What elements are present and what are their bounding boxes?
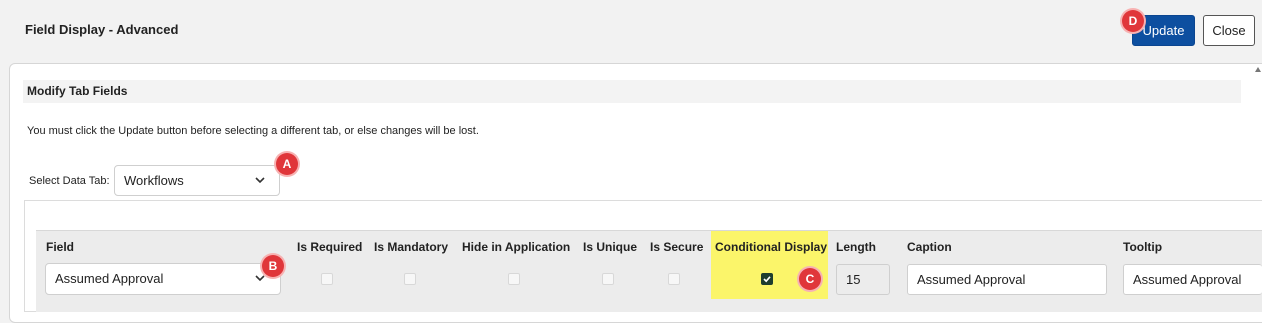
- col-header-conditional-display: Conditional Display: [715, 240, 828, 254]
- data-tab-value: Workflows: [124, 173, 184, 188]
- is-mandatory-checkbox[interactable]: [404, 273, 416, 285]
- tooltip-value: Assumed Approval: [1133, 272, 1242, 287]
- annotation-badge-c: C: [799, 268, 821, 290]
- dialog-header: Field Display - Advanced Update Close: [0, 0, 1262, 62]
- is-unique-checkbox[interactable]: [602, 273, 614, 285]
- col-header-is-mandatory: Is Mandatory: [374, 240, 449, 254]
- scroll-up-icon[interactable]: [1255, 66, 1261, 72]
- col-header-is-unique: Is Unique: [583, 240, 638, 254]
- data-tab-select[interactable]: Workflows: [114, 165, 280, 196]
- length-field[interactable]: 15: [836, 264, 890, 295]
- col-header-field: Field: [46, 240, 75, 254]
- col-header-tooltip: Tooltip: [1123, 240, 1163, 254]
- warning-notice: You must click the Update button before …: [27, 125, 479, 137]
- col-header-hide-in-application: Hide in Application: [462, 240, 571, 254]
- col-header-length: Length: [836, 240, 876, 254]
- chevron-down-icon: [255, 177, 265, 184]
- caption-field[interactable]: Assumed Approval: [907, 264, 1107, 295]
- length-value: 15: [846, 272, 861, 287]
- is-secure-checkbox[interactable]: [668, 273, 680, 285]
- chevron-down-icon: [255, 275, 265, 282]
- tooltip-field[interactable]: Assumed Approval: [1123, 264, 1262, 295]
- conditional-display-checkbox[interactable]: [761, 273, 773, 285]
- section-title: Modify Tab Fields: [27, 84, 128, 98]
- field-select[interactable]: Assumed Approval: [45, 263, 281, 295]
- col-header-caption: Caption: [907, 240, 952, 254]
- is-required-checkbox[interactable]: [321, 273, 333, 285]
- section-header: Modify Tab Fields: [23, 80, 1241, 103]
- col-header-is-required: Is Required: [297, 240, 363, 254]
- annotation-badge-a: A: [276, 153, 298, 175]
- close-button[interactable]: Close: [1203, 15, 1255, 46]
- hide-in-application-checkbox[interactable]: [508, 273, 520, 285]
- caption-value: Assumed Approval: [917, 272, 1026, 287]
- col-header-is-secure: Is Secure: [650, 240, 704, 254]
- field-value: Assumed Approval: [55, 271, 164, 286]
- annotation-badge-b: B: [262, 255, 284, 277]
- annotation-badge-d: D: [1122, 10, 1144, 32]
- check-icon: [763, 276, 771, 283]
- dialog-title: Field Display - Advanced: [25, 22, 179, 37]
- data-tab-label: Select Data Tab:: [29, 175, 110, 187]
